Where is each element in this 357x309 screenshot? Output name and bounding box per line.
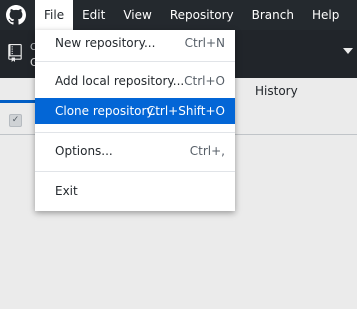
github-logo-icon [6, 5, 26, 25]
menu-separator [35, 61, 235, 62]
menubar: File Edit View Repository Branch Help [0, 0, 357, 30]
menu-branch[interactable]: Branch [243, 0, 303, 30]
menu-item-label: New repository... [55, 36, 156, 50]
file-menu-dropdown: New repository... Ctrl+N Add local repos… [35, 30, 235, 211]
menu-help[interactable]: Help [303, 0, 348, 30]
menu-view[interactable]: View [114, 0, 160, 30]
menu-separator [35, 171, 235, 172]
menu-item-label: Options... [55, 144, 113, 158]
menu-item-shortcut: Ctrl+O [184, 74, 225, 88]
menu-item-shortcut: Ctrl+Shift+O [146, 104, 225, 118]
menu-separator [35, 132, 235, 133]
menu-item-options[interactable]: Options... Ctrl+, [35, 138, 235, 164]
menu-file[interactable]: File [35, 0, 74, 30]
menu-repository[interactable]: Repository [161, 0, 243, 30]
menu-item-new-repository[interactable]: New repository... Ctrl+N [35, 30, 235, 56]
menu-item-label: Exit [55, 184, 78, 198]
menu-item-label: Add local repository... [55, 74, 185, 88]
menu-item-add-local-repository[interactable]: Add local repository... Ctrl+O [35, 68, 235, 94]
menu-item-shortcut: Ctrl+, [189, 144, 225, 158]
menu-item-exit[interactable]: Exit [35, 178, 235, 204]
menu-item-clone-repository[interactable]: Clone repository... Ctrl+Shift+O [35, 98, 235, 124]
menu-edit[interactable]: Edit [73, 0, 114, 30]
menu-item-shortcut: Ctrl+N [184, 36, 225, 50]
